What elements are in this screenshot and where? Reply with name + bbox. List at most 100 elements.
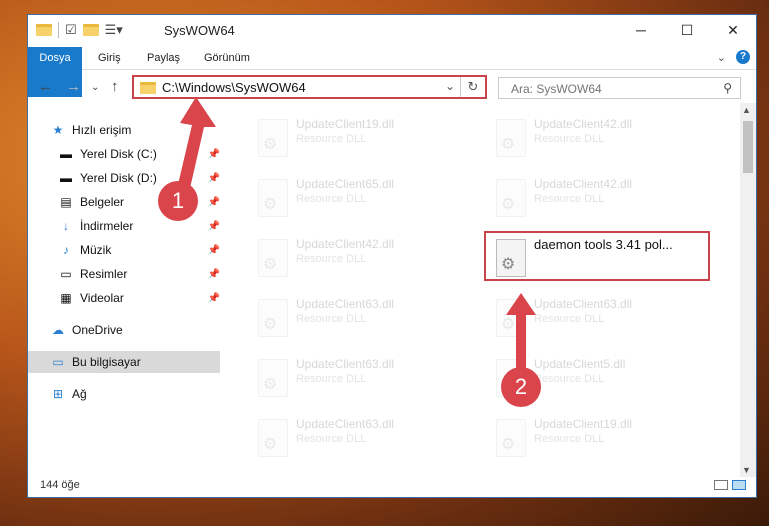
tab-home[interactable]: Giriş [98,47,121,69]
scroll-down-icon[interactable]: ▼ [742,465,751,475]
nav-item-label: Yerel Disk (C:) [80,147,157,161]
file-item[interactable]: ⚙ UpdateClient19.dll Resource DLL [248,113,474,163]
up-arrow-icon[interactable]: ↑ [111,78,119,95]
file-type: Resource DLL [534,133,605,145]
folder-icon [36,24,52,36]
file-type: Resource DLL [296,313,367,325]
scroll-thumb[interactable] [743,121,753,173]
file-name: UpdateClient19.dll [534,417,633,431]
ribbon-tabs: Dosya Giriş Paylaş Görünüm ⌄ ? [28,47,756,97]
file-name: UpdateClient63.dll [296,417,395,431]
drive-icon: ▬ [60,171,72,185]
file-name: UpdateClient42.dll [296,237,395,251]
nav-item-this-pc[interactable]: ▭ Bu bilgisayar [28,351,220,373]
file-name: UpdateClient63.dll [296,297,395,311]
pin-icon: 📌 [207,244,220,256]
window-controls: ─ ☐ ✕ [618,15,756,45]
dll-file-icon: ⚙ [258,419,288,457]
file-item[interactable]: ⚙ UpdateClient63.dll Resource DLL [248,353,474,403]
refresh-icon[interactable]: ↻ [460,77,485,97]
new-folder-icon[interactable] [82,24,99,36]
file-name: UpdateClient5.dll [534,357,626,371]
address-path: C:\Windows\SysWOW64 [162,80,306,95]
tab-share[interactable]: Paylaş [147,47,180,69]
pin-icon: 📌 [207,220,220,232]
recent-locations-icon[interactable]: ⌄ [91,82,99,93]
nav-item-label: İndirmeler [80,219,134,233]
forward-arrow-icon[interactable]: → [66,78,81,95]
nav-item-music[interactable]: ♪ Müzik 📌 [28,239,220,261]
properties-icon[interactable]: ☑ [65,22,77,38]
nav-item-videos[interactable]: ▦ Videolar 📌 [28,287,220,309]
status-bar: 144 öğe [28,475,756,497]
nav-item-label: Hızlı erişim [72,123,132,137]
nav-item-network[interactable]: ⊞ Ağ [28,383,220,405]
dll-file-icon: ⚙ [496,179,526,217]
file-name: UpdateClient63.dll [534,297,633,311]
network-icon: ⊞ [52,387,64,401]
file-type: Resource DLL [296,373,367,385]
file-type: Resource DLL [296,253,367,265]
file-item[interactable]: ⚙ UpdateClient63.dll Resource DLL [248,293,474,343]
file-name: UpdateClient19.dll [296,117,395,131]
drive-icon: ▬ [60,147,72,161]
nav-item-label: Belgeler [80,195,125,209]
close-button[interactable]: ✕ [710,15,756,45]
nav-item-label: Videolar [80,291,124,305]
file-name: daemon tools 3.41 pol... [534,237,673,252]
help-icon[interactable]: ? [736,50,750,64]
nav-item-label: Resimler [80,267,128,281]
nav-item-label: Bu bilgisayar [72,355,141,369]
expand-ribbon-icon[interactable]: ⌄ [717,51,726,64]
dll-file-icon: ⚙ [258,359,288,397]
minimize-button[interactable]: ─ [618,15,664,45]
nav-item-pictures[interactable]: ▭ Resimler 📌 [28,263,220,285]
chevron-down-icon[interactable]: ⌄ [445,79,455,93]
search-icon[interactable]: ⚲ [723,81,732,95]
star-icon: ★ [52,123,64,137]
file-name: UpdateClient65.dll [296,177,395,191]
file-item[interactable]: ⚙ UpdateClient42.dll Resource DLL [248,233,474,283]
file-type: Resource DLL [534,373,605,385]
folder-icon [140,82,156,94]
file-item[interactable]: ⚙ UpdateClient65.dll Resource DLL [248,173,474,223]
file-item-daemon-tools[interactable]: ⚙ daemon tools 3.41 pol... [484,231,710,281]
dll-file-icon: ⚙ [496,419,526,457]
scroll-up-icon[interactable]: ▲ [742,105,751,115]
file-type: Resource DLL [534,193,605,205]
pictures-icon: ▭ [60,267,72,281]
vertical-scrollbar[interactable]: ▲ ▼ [740,103,756,477]
video-icon: ▦ [60,291,72,305]
nav-item-onedrive[interactable]: ☁ OneDrive [28,319,220,341]
nav-item-label: Yerel Disk (D:) [80,171,157,185]
window-title: SysWOW64 [164,23,235,38]
address-bar[interactable]: C:\Windows\SysWOW64 ⌄ ↻ [132,75,487,99]
nav-item-label: OneDrive [72,323,123,337]
tiles-view-icon[interactable] [732,480,746,490]
tab-view[interactable]: Görünüm [204,47,250,69]
dll-file-icon: ⚙ [496,239,526,277]
file-item[interactable]: ⚙ UpdateClient63.dll Resource DLL [248,413,474,463]
file-name: UpdateClient42.dll [534,117,633,131]
annotation-marker-1: 1 [158,181,198,221]
search-box: ⚲ [498,77,741,99]
customize-toolbar-icon[interactable]: ☰▾ [105,22,123,38]
nav-item-downloads[interactable]: ↓ İndirmeler 📌 [28,215,220,237]
music-icon: ♪ [63,243,69,257]
file-item[interactable]: ⚙ UpdateClient19.dll Resource DLL [486,413,712,463]
dll-file-icon: ⚙ [258,179,288,217]
dll-file-icon: ⚙ [496,119,526,157]
file-item[interactable]: ⚙ UpdateClient42.dll Resource DLL [486,173,712,223]
maximize-button[interactable]: ☐ [664,15,710,45]
annotation-marker-2: 2 [501,367,541,407]
quick-access-toolbar: ☑ ☰▾ [36,22,123,38]
explorer-window: ☑ ☰▾ SysWOW64 ─ ☐ ✕ Dosya Giriş Paylaş G… [27,14,757,498]
toolbar-separator [58,22,59,38]
details-view-icon[interactable] [714,480,728,490]
dll-file-icon: ⚙ [258,239,288,277]
back-arrow-icon[interactable]: ← [38,78,53,95]
cloud-icon: ☁ [52,323,64,337]
search-input[interactable] [509,79,713,99]
nav-item-label: Ağ [72,387,87,401]
file-item[interactable]: ⚙ UpdateClient42.dll Resource DLL [486,113,712,163]
